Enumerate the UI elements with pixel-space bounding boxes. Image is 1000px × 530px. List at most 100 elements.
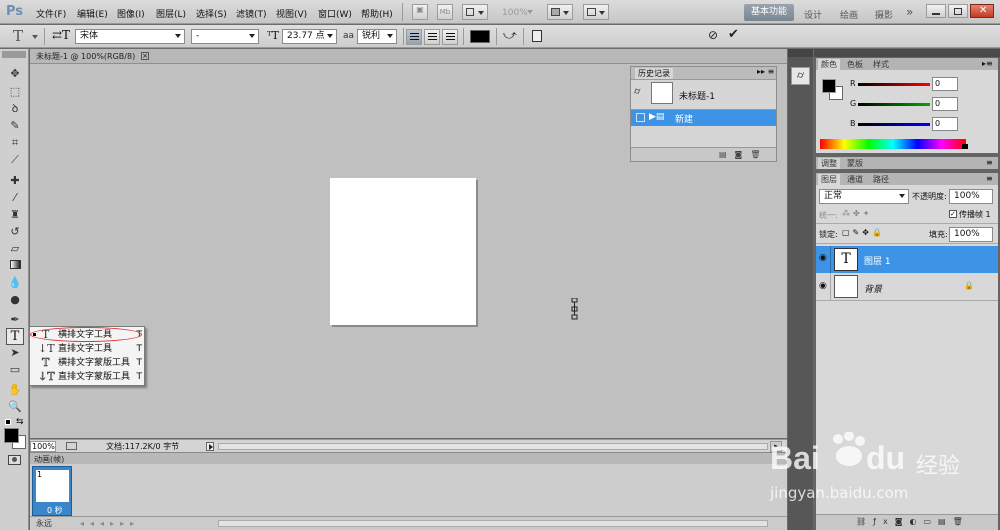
align-left-icon[interactable]: [406, 29, 422, 45]
green-slider[interactable]: [858, 103, 930, 106]
menu-image[interactable]: 图像(I): [117, 7, 145, 20]
status-menu-button[interactable]: [206, 442, 214, 451]
green-value[interactable]: 0: [932, 97, 958, 111]
menu-layer[interactable]: 图层(L): [156, 7, 186, 20]
loop-select[interactable]: 永远: [36, 518, 52, 529]
type-tool-icon[interactable]: T: [6, 328, 24, 345]
clone-stamp-tool-icon[interactable]: ♜: [7, 208, 23, 222]
history-state-row[interactable]: ▶▤ 新建: [631, 110, 776, 126]
warp-text-icon[interactable]: ⤻: [503, 28, 517, 43]
checkbox[interactable]: [636, 113, 645, 122]
panel-menu-icon[interactable]: ▸▸ ≡: [757, 67, 774, 76]
healing-brush-tool-icon[interactable]: ✚: [7, 174, 23, 188]
minimize-icon[interactable]: [926, 4, 946, 18]
align-center-icon[interactable]: [424, 29, 440, 45]
menu-help[interactable]: 帮助(H): [361, 7, 393, 20]
character-paragraph-panels-icon[interactable]: [532, 30, 542, 42]
type-tool-preset-icon[interactable]: T: [13, 27, 23, 45]
workspace-photography[interactable]: 摄影: [875, 8, 893, 21]
view-extras-icon[interactable]: [462, 4, 488, 20]
tab-layers[interactable]: 图层: [818, 174, 840, 185]
quick-mask-icon[interactable]: [8, 455, 21, 465]
blue-slider[interactable]: [858, 123, 930, 126]
crop-tool-icon[interactable]: ⌗: [7, 136, 23, 150]
eye-icon[interactable]: ◉: [819, 281, 827, 291]
layer-name[interactable]: 图层 1: [864, 254, 891, 267]
dodge-tool-icon[interactable]: ●: [7, 293, 23, 307]
eraser-tool-icon[interactable]: ▱: [7, 242, 23, 256]
history-footer-icons[interactable]: ▤◙🗑: [719, 150, 768, 159]
opacity-field[interactable]: 100%: [949, 189, 993, 204]
menu-file[interactable]: 文件(F): [36, 7, 66, 20]
mini-bridge-button[interactable]: Mb: [437, 4, 453, 20]
anti-alias-select[interactable]: 锐利: [357, 29, 397, 44]
tab-paths[interactable]: 路径: [870, 174, 892, 185]
vertical-type-tool-item[interactable]: ↓T 直排文字工具 T: [32, 342, 144, 356]
zoom-field[interactable]: 100%: [30, 441, 56, 452]
workspace-painting[interactable]: 绘画: [840, 8, 858, 21]
hand-tool-icon[interactable]: ✋: [7, 383, 23, 397]
red-slider[interactable]: [858, 83, 930, 86]
brush-tool-icon[interactable]: ⁄: [7, 191, 23, 205]
layer-row-background[interactable]: ◉ 背景 🔒: [816, 273, 998, 301]
history-brush-source-icon[interactable]: ⌭: [634, 87, 640, 97]
red-value[interactable]: 0: [932, 77, 958, 91]
text-color-swatch[interactable]: [470, 30, 490, 43]
zoom-tool-icon[interactable]: 🔍: [7, 400, 23, 414]
document-tab-title[interactable]: 未标题-1 @ 100%(RGB/8): [36, 51, 135, 62]
tab-masks[interactable]: 蒙版: [844, 158, 866, 169]
layer-name[interactable]: 背景: [864, 282, 882, 295]
default-colors-icon[interactable]: [5, 419, 11, 425]
vertical-type-mask-tool-item[interactable]: ↓T 直排文字蒙版工具 T: [32, 370, 144, 384]
document-canvas[interactable]: [330, 178, 476, 325]
lasso-tool-icon[interactable]: ꝺ: [7, 102, 23, 116]
eyedropper-tool-icon[interactable]: ⟋: [7, 153, 23, 167]
rectangle-tool-icon[interactable]: ▭: [7, 363, 23, 377]
timeline-scrollbar[interactable]: [218, 520, 768, 527]
cancel-edits-icon[interactable]: ⊘: [708, 28, 718, 42]
blur-tool-icon[interactable]: 💧: [7, 276, 23, 290]
menu-view[interactable]: 视图(V): [276, 7, 307, 20]
pen-tool-icon[interactable]: ✒: [7, 313, 23, 327]
bridge-icon[interactable]: ▣: [412, 4, 428, 20]
zoom-level-menu[interactable]: 100%: [502, 8, 528, 18]
toolbox-grip[interactable]: [2, 51, 26, 58]
close-tab-icon[interactable]: ×: [141, 52, 149, 60]
move-tool-icon[interactable]: ✥: [7, 67, 23, 81]
propagate-frame-checkbox[interactable]: ✓: [949, 210, 957, 218]
foreground-color-chip[interactable]: [822, 79, 836, 93]
arrange-documents-icon[interactable]: [547, 4, 573, 20]
tab-channels[interactable]: 通道: [844, 174, 866, 185]
panel-menu-icon[interactable]: ≡: [986, 174, 993, 183]
more-workspaces-button[interactable]: »: [906, 5, 913, 19]
animation-frame-1[interactable]: 1 0 秒: [32, 466, 72, 516]
eye-icon[interactable]: ◉: [819, 253, 827, 263]
dock-grip[interactable]: [788, 49, 813, 57]
menu-select[interactable]: 选择(S): [196, 7, 227, 20]
menu-filter[interactable]: 滤镜(T): [236, 7, 267, 20]
history-panel-icon[interactable]: ⌭: [791, 67, 810, 85]
font-family-select[interactable]: 宋体: [75, 29, 185, 44]
restore-icon[interactable]: [948, 4, 968, 18]
panel-menu-icon[interactable]: ▸≡: [982, 59, 993, 68]
lock-icons[interactable]: ▢✎✥🔒: [842, 228, 885, 237]
tab-swatches[interactable]: 色板: [844, 59, 866, 70]
quick-select-tool-icon[interactable]: ✎: [7, 119, 23, 133]
blend-mode-select[interactable]: 正常: [819, 189, 909, 204]
path-selection-tool-icon[interactable]: ➤: [7, 346, 23, 360]
panel-menu-icon[interactable]: ≡: [986, 158, 993, 167]
workspace-design[interactable]: 设计: [804, 8, 822, 21]
tab-styles[interactable]: 样式: [870, 59, 892, 70]
spectrum-black-chip[interactable]: [962, 144, 968, 149]
blue-value[interactable]: 0: [932, 117, 958, 131]
unify-icons[interactable]: ⁂✤✦: [842, 209, 872, 218]
tab-adjustments[interactable]: 调整: [818, 158, 840, 169]
swap-colors-icon[interactable]: ⇆: [16, 417, 24, 427]
fill-field[interactable]: 100%: [949, 227, 993, 242]
menu-window[interactable]: 窗口(W): [318, 7, 352, 20]
toggle-text-orientation-icon[interactable]: ⇄T: [52, 28, 70, 42]
workspace-essentials[interactable]: 基本功能: [744, 4, 794, 21]
marquee-tool-icon[interactable]: ⬚: [7, 85, 23, 99]
tab-color[interactable]: 颜色: [818, 59, 840, 70]
gradient-tool-icon[interactable]: [7, 259, 23, 273]
